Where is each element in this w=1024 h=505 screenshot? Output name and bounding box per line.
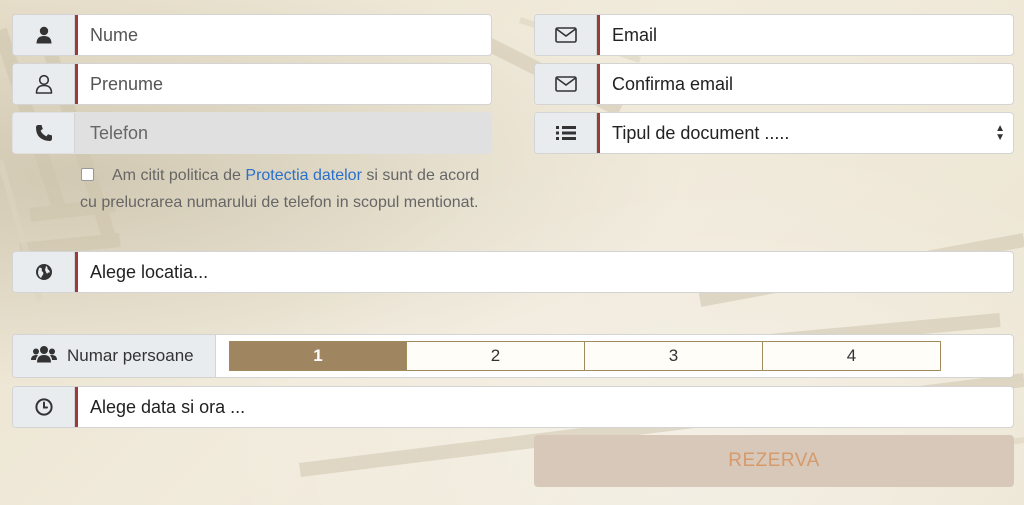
persons-option-1[interactable]: 1 [229, 341, 407, 371]
consent-checkbox[interactable] [81, 168, 94, 181]
tip-document-select[interactable]: Tipul de document ..... ▲ ▼ [597, 113, 1013, 153]
confirma-email-group: Confirma email [534, 63, 1014, 105]
consent-text-before: Am citit politica de [112, 167, 246, 184]
nume-group: Nume [12, 14, 492, 56]
data-ora-input[interactable]: Alege data si ora ... [75, 387, 1013, 427]
persons-option-2[interactable]: 2 [407, 341, 585, 371]
persons-option-4[interactable]: 4 [763, 341, 941, 371]
prenume-input[interactable]: Prenume [75, 64, 491, 104]
locatie-select[interactable]: Alege locatia... [75, 252, 1013, 292]
telefon-group: Telefon [12, 112, 492, 154]
select-arrows-icon: ▲ ▼ [995, 123, 1005, 143]
telefon-input[interactable]: Telefon [75, 113, 491, 153]
tip-document-group: Tipul de document ..... ▲ ▼ [534, 112, 1014, 154]
clock-icon [13, 387, 75, 427]
confirma-email-input[interactable]: Confirma email [597, 64, 1013, 104]
envelope-icon [535, 15, 597, 55]
prenume-group: Prenume [12, 63, 492, 105]
user-outline-icon [13, 64, 75, 104]
users-icon [31, 345, 57, 368]
locatie-group: Alege locatia... [12, 251, 1014, 293]
globe-icon [13, 252, 75, 292]
tip-document-value: Tipul de document ..... [612, 122, 790, 143]
envelope-icon [535, 64, 597, 104]
list-icon [535, 113, 597, 153]
user-solid-icon [13, 15, 75, 55]
persons-label: Numar persoane [67, 346, 194, 365]
rezerva-button[interactable]: REZERVA [534, 435, 1014, 487]
persons-option-3[interactable]: 3 [585, 341, 763, 371]
email-group: Email [534, 14, 1014, 56]
phone-icon [13, 113, 75, 153]
persons-group: Numar persoane 1 2 3 4 [12, 334, 1014, 378]
privacy-link[interactable]: Protectia datelor [245, 167, 362, 184]
persons-options: 1 2 3 4 [229, 341, 941, 371]
consent-text: Am citit politica de Protectia datelor s… [80, 162, 492, 216]
data-ora-group: Alege data si ora ... [12, 386, 1014, 428]
persons-addon: Numar persoane [13, 335, 216, 377]
nume-input[interactable]: Nume [75, 15, 491, 55]
email-input[interactable]: Email [597, 15, 1013, 55]
